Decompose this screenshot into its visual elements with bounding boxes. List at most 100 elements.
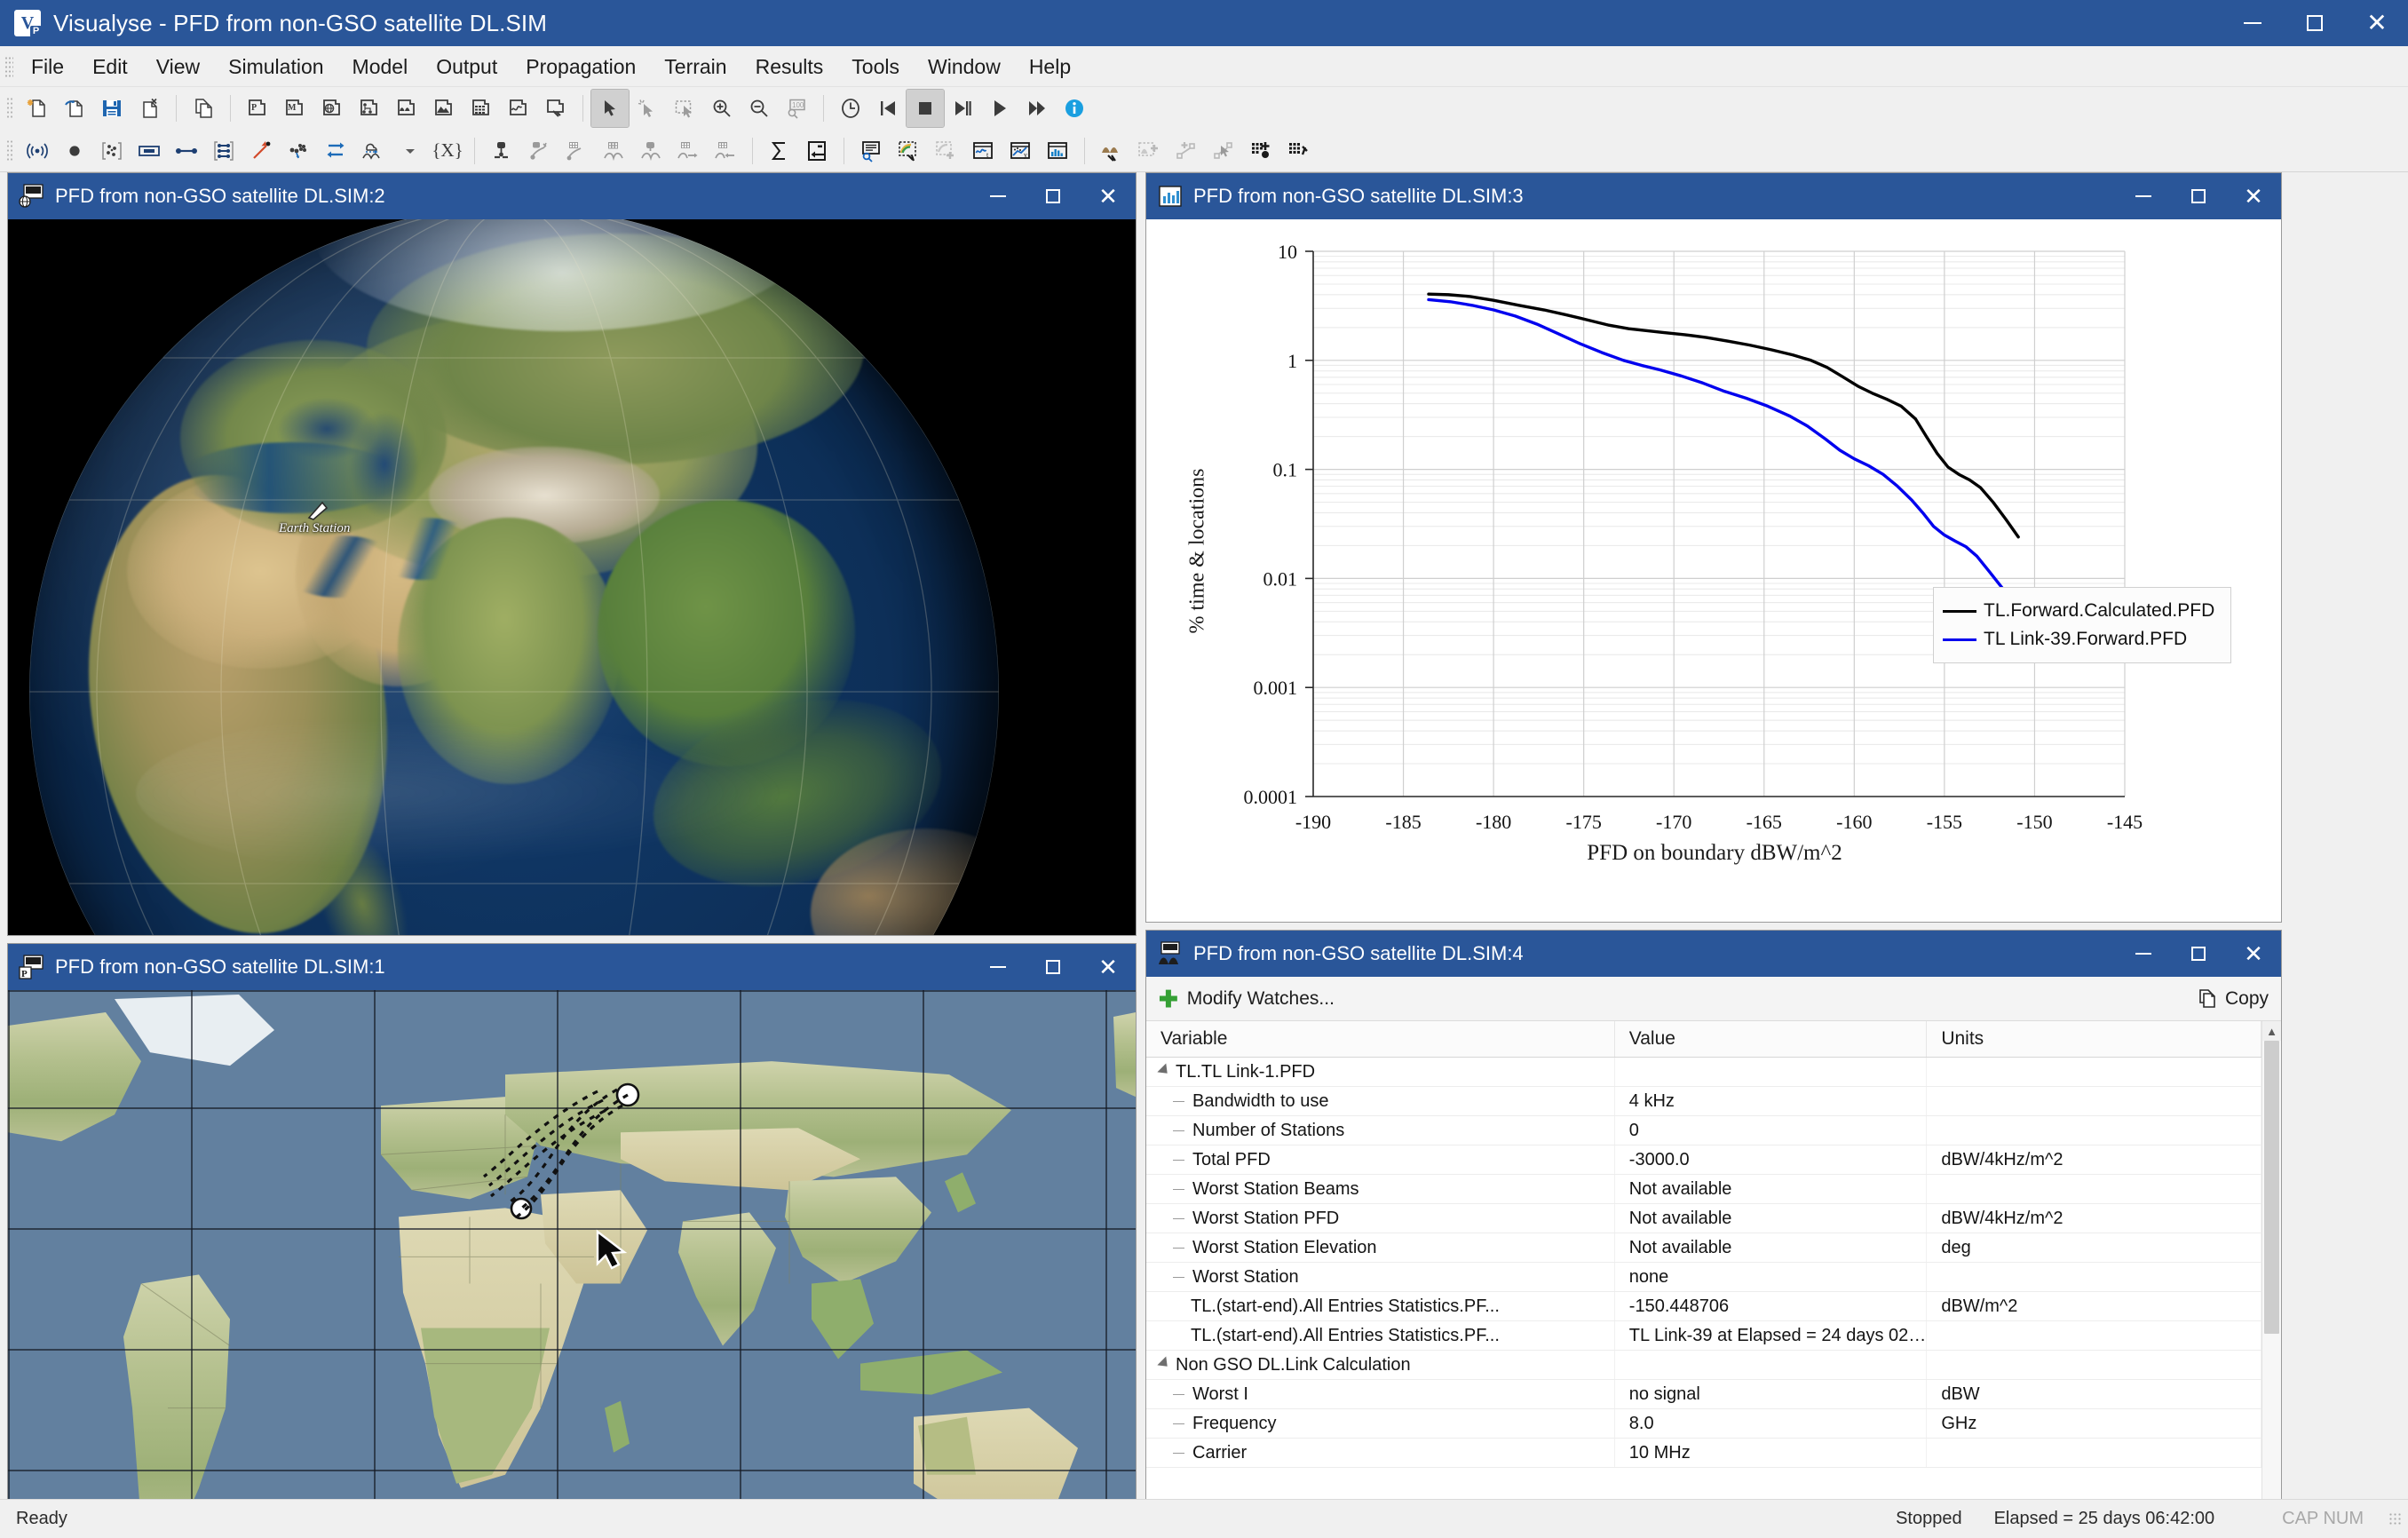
map-window-title-bar[interactable]: P PFD from non-GSO satellite DL.SIM:1 ✕ <box>8 944 1136 990</box>
scroll-up-arrow-icon[interactable]: ▲ <box>2262 1021 2281 1041</box>
globe-maximize-button[interactable] <box>1026 173 1081 219</box>
chart-legend[interactable]: TL.Forward.Calculated.PFD TL Link-39.For… <box>1933 587 2232 663</box>
dropdown-arrow-icon[interactable] <box>392 132 429 170</box>
contour-add-icon[interactable] <box>927 132 964 170</box>
pointer-pick-icon[interactable] <box>629 90 666 127</box>
watch-inspect-icon[interactable] <box>890 132 927 170</box>
globe-window-title-bar[interactable]: PFD from non-GSO satellite DL.SIM:2 ✕ <box>8 173 1136 219</box>
new-tree-icon[interactable] <box>351 90 388 127</box>
new-file-icon[interactable] <box>19 90 56 127</box>
zoom-out-icon[interactable] <box>741 90 778 127</box>
menu-item-output[interactable]: Output <box>422 46 511 87</box>
watches-window[interactable]: PFD from non-GSO satellite DL.SIM:4 ✕ ✚ … <box>1145 930 2282 1499</box>
station-group-icon[interactable] <box>93 132 131 170</box>
chart-close-button[interactable]: ✕ <box>2226 173 2281 219</box>
scrollbar-track[interactable] <box>2262 1041 2281 1499</box>
menu-item-help[interactable]: Help <box>1015 46 1085 87</box>
new-tool-window-icon[interactable] <box>537 90 574 127</box>
earth-station-marker-icon[interactable] <box>306 500 329 521</box>
table-row[interactable]: TL.(start-end).All Entries Statistics.PF… <box>1146 1320 2261 1351</box>
time-series-icon[interactable]: t <box>964 132 1002 170</box>
menu-grip[interactable] <box>4 55 13 77</box>
watches-window-title-bar[interactable]: PFD from non-GSO satellite DL.SIM:4 ✕ <box>1146 931 2281 977</box>
new-terrain-icon[interactable] <box>425 90 463 127</box>
pointing-icon[interactable] <box>242 132 280 170</box>
menu-item-file[interactable]: File <box>17 46 78 87</box>
menu-item-terrain[interactable]: Terrain <box>650 46 741 87</box>
column-header-value[interactable]: Value <box>1614 1021 1928 1058</box>
map-close-button[interactable]: ✕ <box>1081 944 1136 990</box>
watches-close-button[interactable]: ✕ <box>2226 931 2281 977</box>
table-row[interactable]: Worst Station none <box>1146 1262 2261 1292</box>
table-row[interactable]: Worst Station PFD Not available dBW/4kHz/m… <box>1146 1203 2261 1233</box>
sum-icon[interactable] <box>761 132 798 170</box>
table-row[interactable]: Bandwidth to use 4 kHz <box>1146 1086 2261 1116</box>
area-from-area-icon[interactable] <box>707 132 744 170</box>
legend-entry-1[interactable]: TL Link-39.Forward.PFD <box>1943 625 2214 654</box>
app-minimize-button[interactable] <box>2222 0 2284 46</box>
pointer-select-icon[interactable] <box>590 89 630 128</box>
modify-watches-button[interactable]: Modify Watches... <box>1187 988 1335 1010</box>
globe-minimize-button[interactable] <box>970 173 1026 219</box>
menu-item-propagation[interactable]: Propagation <box>511 46 650 87</box>
scrollbar-thumb[interactable] <box>2264 1041 2279 1334</box>
app-maximize-button[interactable] <box>2284 0 2346 46</box>
copy-file-icon[interactable] <box>185 90 222 127</box>
watches-maximize-button[interactable] <box>2171 931 2226 977</box>
path-add-icon[interactable] <box>1168 132 1205 170</box>
area-to-area-icon[interactable] <box>669 132 707 170</box>
building-add-icon[interactable] <box>1242 132 1279 170</box>
fast-forward-icon[interactable] <box>1018 90 1056 127</box>
map-maximize-button[interactable] <box>1026 944 1081 990</box>
beam-group-icon[interactable] <box>280 132 317 170</box>
constellation-pointing-icon[interactable] <box>558 132 595 170</box>
table-row[interactable]: Worst I no signal dBW <box>1146 1379 2261 1409</box>
terrain-area-icon[interactable] <box>1130 132 1168 170</box>
expand-collapse-icon[interactable] <box>1157 1063 1172 1078</box>
zoom-in-icon[interactable] <box>703 90 741 127</box>
zoom-100-icon[interactable]: 100 <box>778 90 815 127</box>
expand-collapse-icon[interactable] <box>1157 1356 1172 1371</box>
link-icon[interactable] <box>168 132 205 170</box>
column-header-variable[interactable]: Variable <box>1146 1021 1615 1058</box>
table-row[interactable]: TL.(start-end).All Entries Statistics.PF… <box>1146 1291 2261 1321</box>
link-group-icon[interactable] <box>205 132 242 170</box>
stop-icon[interactable] <box>906 89 945 128</box>
new-map-icon[interactable]: M <box>276 90 313 127</box>
globe-viewport[interactable]: Earth Station <box>8 219 1136 935</box>
table-row[interactable]: Non GSO DL.Link Calculation <box>1146 1350 2261 1380</box>
new-watch-icon[interactable] <box>388 90 425 127</box>
copy-button[interactable]: Copy <box>2225 988 2269 1010</box>
resize-grip[interactable] <box>2388 1511 2403 1526</box>
play-icon[interactable] <box>981 90 1018 127</box>
info-icon[interactable] <box>1056 90 1093 127</box>
chart-window[interactable]: PFD from non-GSO satellite DL.SIM:3 ✕ 10… <box>1145 172 2282 923</box>
watches-minimize-button[interactable] <box>2116 931 2171 977</box>
globe-close-button[interactable]: ✕ <box>1081 173 1136 219</box>
menu-item-results[interactable]: Results <box>741 46 838 87</box>
variables-icon[interactable]: {X} <box>429 132 466 170</box>
menu-item-view[interactable]: View <box>142 46 214 87</box>
watch-list-icon[interactable] <box>852 132 890 170</box>
station-area-icon[interactable] <box>632 132 669 170</box>
step-icon[interactable] <box>944 90 981 127</box>
world-map-viewport[interactable] <box>8 990 1136 1499</box>
rewind-to-start-icon[interactable] <box>869 90 907 127</box>
menu-item-model[interactable]: Model <box>338 46 423 87</box>
globe-window[interactable]: PFD from non-GSO satellite DL.SIM:2 ✕ Ea… <box>7 172 1137 936</box>
toolbar-grip[interactable] <box>6 97 14 120</box>
chart-minimize-button[interactable] <box>2116 173 2171 219</box>
clock-icon[interactable] <box>832 90 869 127</box>
new-globe-icon[interactable] <box>313 90 351 127</box>
terrain-tool-icon[interactable] <box>1093 132 1130 170</box>
watches-table-scroll[interactable]: Variable Value Units TL.TL Link-1.PFD Ban… <box>1146 1021 2261 1499</box>
table-row[interactable]: TL.TL Link-1.PFD <box>1146 1057 2261 1087</box>
building-tool-icon[interactable] <box>1279 132 1317 170</box>
legend-entry-0[interactable]: TL.Forward.Calculated.PFD <box>1943 597 2214 625</box>
map-window[interactable]: P PFD from non-GSO satellite DL.SIM:1 ✕ <box>7 943 1137 1499</box>
new-table-icon[interactable] <box>463 90 500 127</box>
station-icon[interactable] <box>56 132 93 170</box>
menu-item-window[interactable]: Window <box>914 46 1015 87</box>
watches-vertical-scrollbar[interactable]: ▲ ▼ <box>2261 1021 2281 1499</box>
table-row[interactable]: Worst Station Elevation Not available deg <box>1146 1233 2261 1263</box>
